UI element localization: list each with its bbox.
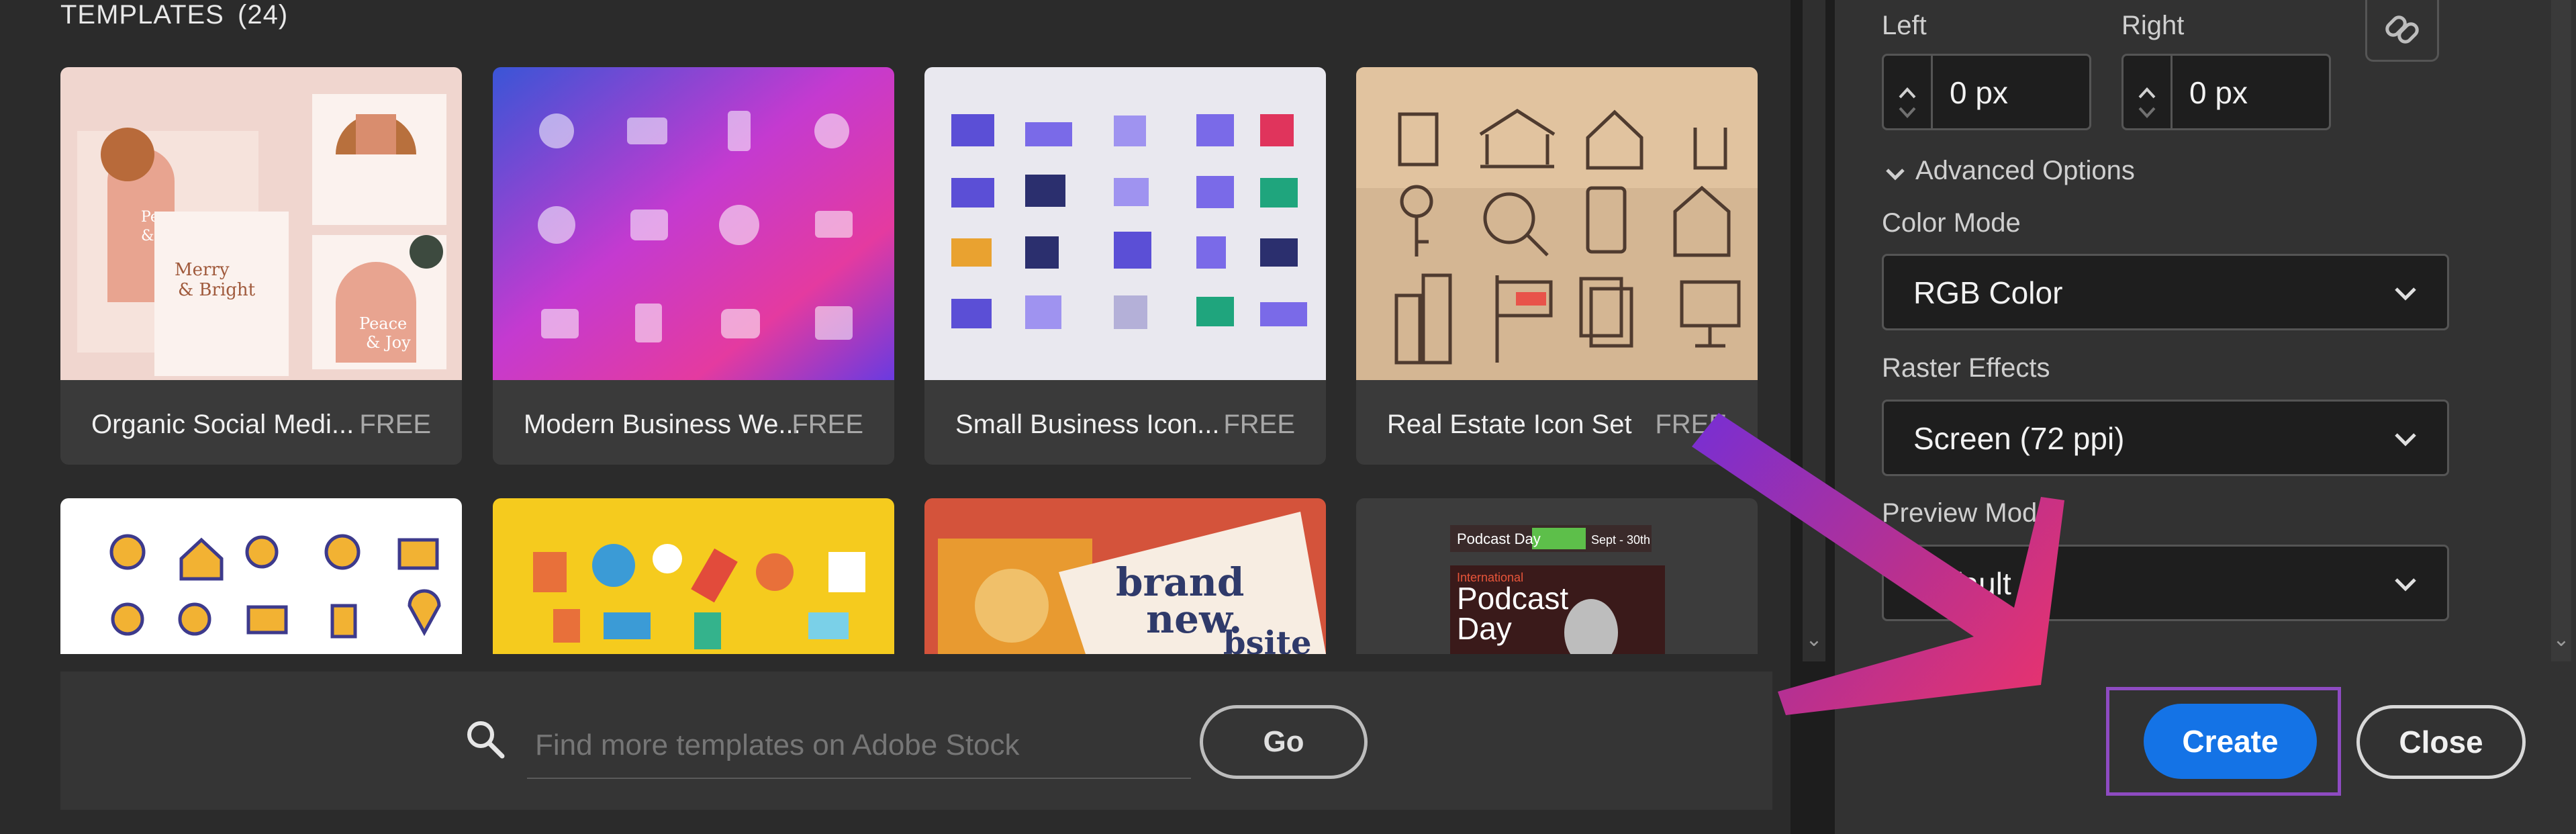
go-button[interactable]: Go bbox=[1200, 705, 1368, 779]
left-bleed-field[interactable]: 0 px bbox=[1882, 54, 2091, 130]
template-card-modern-business[interactable]: Modern Business We... FREE bbox=[493, 67, 894, 465]
stepper-up-icon[interactable] bbox=[1899, 87, 1916, 99]
advanced-options-label: Advanced Options bbox=[1915, 156, 2135, 185]
template-title: Real Estate Icon Set bbox=[1387, 410, 1632, 439]
left-bleed-value: 0 px bbox=[1950, 75, 2008, 110]
preview-mode-label: Preview Mode bbox=[1882, 498, 2052, 528]
svg-text:Peace: Peace bbox=[359, 314, 407, 333]
template-card-row2-2[interactable] bbox=[493, 498, 894, 654]
svg-text:& Bright: & Bright bbox=[178, 280, 256, 300]
colorful-icons-thumbnail bbox=[60, 498, 462, 654]
stepper-down-icon[interactable] bbox=[2138, 107, 2156, 118]
color-mode-value: RGB Color bbox=[1913, 275, 2063, 310]
podcast-day-thumbnail: Podcast Day Sept - 30th International Po… bbox=[1356, 498, 1758, 654]
stock-search-input[interactable] bbox=[527, 713, 1191, 779]
chevron-down-icon[interactable]: ⌄ bbox=[1805, 628, 1823, 655]
podcast-day-text: Day bbox=[1457, 611, 1512, 646]
free-badge: FREE bbox=[1223, 410, 1295, 439]
link-icon bbox=[2385, 15, 2419, 44]
right-bleed-field[interactable]: 0 px bbox=[2121, 54, 2331, 130]
templates-heading: TEMPLATES (24) bbox=[60, 0, 288, 30]
organic-social-thumbnail: Peace & Joy Merry & Bright Peace & Joy bbox=[60, 67, 462, 380]
template-card-row2-3[interactable]: brand new. bsite bbox=[924, 498, 1326, 654]
color-mode-select[interactable]: RGB Color bbox=[1882, 254, 2449, 330]
chevron-down-icon bbox=[2395, 578, 2416, 592]
color-mode-label: Color Mode bbox=[1882, 208, 2021, 238]
stepper-down-icon[interactable] bbox=[1899, 107, 1916, 118]
create-button[interactable]: Create bbox=[2144, 704, 2317, 779]
search-icon bbox=[467, 721, 505, 759]
templates-count: (24) bbox=[238, 0, 289, 30]
website-text: bsite bbox=[1223, 624, 1312, 654]
free-badge: FREE bbox=[359, 410, 431, 439]
chevron-down-icon bbox=[2395, 287, 2416, 301]
stepper-up-icon[interactable] bbox=[2138, 87, 2156, 99]
preview-mode-select[interactable]: Default bbox=[1882, 545, 2449, 621]
free-badge: FREE bbox=[1655, 410, 1727, 439]
right-bleed-value: 0 px bbox=[2189, 75, 2248, 110]
raster-effects-select[interactable]: Screen (72 ppi) bbox=[1882, 400, 2449, 476]
template-card-organic[interactable]: Peace & Joy Merry & Bright Peace & Joy O… bbox=[60, 67, 462, 465]
modern-business-thumbnail bbox=[493, 67, 894, 380]
real-estate-thumbnail bbox=[1356, 67, 1758, 380]
left-bleed-stepper[interactable] bbox=[1884, 56, 1933, 128]
chevron-down-icon bbox=[1886, 169, 1905, 181]
template-title: Organic Social Medi... bbox=[91, 410, 354, 439]
svg-text:& Joy: & Joy bbox=[366, 333, 411, 352]
template-title: Small Business Icon... bbox=[955, 410, 1220, 439]
education-icons-thumbnail bbox=[493, 498, 894, 654]
podcast-banner-text: Podcast Day bbox=[1457, 530, 1541, 547]
free-badge: FREE bbox=[792, 410, 863, 439]
raster-effects-label: Raster Effects bbox=[1882, 353, 2050, 383]
template-card-small-business[interactable]: Small Business Icon... FREE bbox=[924, 67, 1326, 465]
brand-website-thumbnail: brand new. bsite bbox=[924, 498, 1326, 654]
right-bleed-stepper[interactable] bbox=[2124, 56, 2173, 128]
svg-text:Merry: Merry bbox=[175, 260, 230, 280]
template-title: Modern Business We... bbox=[524, 410, 801, 439]
chevron-down-icon[interactable]: ⌄ bbox=[2551, 628, 2571, 655]
templates-scrollbar[interactable] bbox=[1803, 0, 1825, 661]
preview-mode-value: Default bbox=[1913, 566, 2011, 601]
small-business-thumbnail bbox=[924, 67, 1326, 380]
right-bleed-label: Right bbox=[2121, 11, 2185, 40]
template-card-row2-1[interactable] bbox=[60, 498, 462, 654]
raster-effects-value: Screen (72 ppi) bbox=[1913, 421, 2125, 456]
template-card-real-estate[interactable]: Real Estate Icon Set FREE bbox=[1356, 67, 1758, 465]
settings-scrollbar[interactable] bbox=[2551, 0, 2571, 661]
template-card-row2-4[interactable]: Podcast Day Sept - 30th International Po… bbox=[1356, 498, 1758, 654]
link-bleed-button[interactable] bbox=[2365, 0, 2439, 62]
templates-heading-label: TEMPLATES bbox=[60, 0, 224, 30]
close-button[interactable]: Close bbox=[2356, 705, 2526, 779]
left-bleed-label: Left bbox=[1882, 11, 1927, 40]
chevron-down-icon bbox=[2395, 433, 2416, 447]
podcast-date-text: Sept - 30th bbox=[1591, 533, 1650, 547]
